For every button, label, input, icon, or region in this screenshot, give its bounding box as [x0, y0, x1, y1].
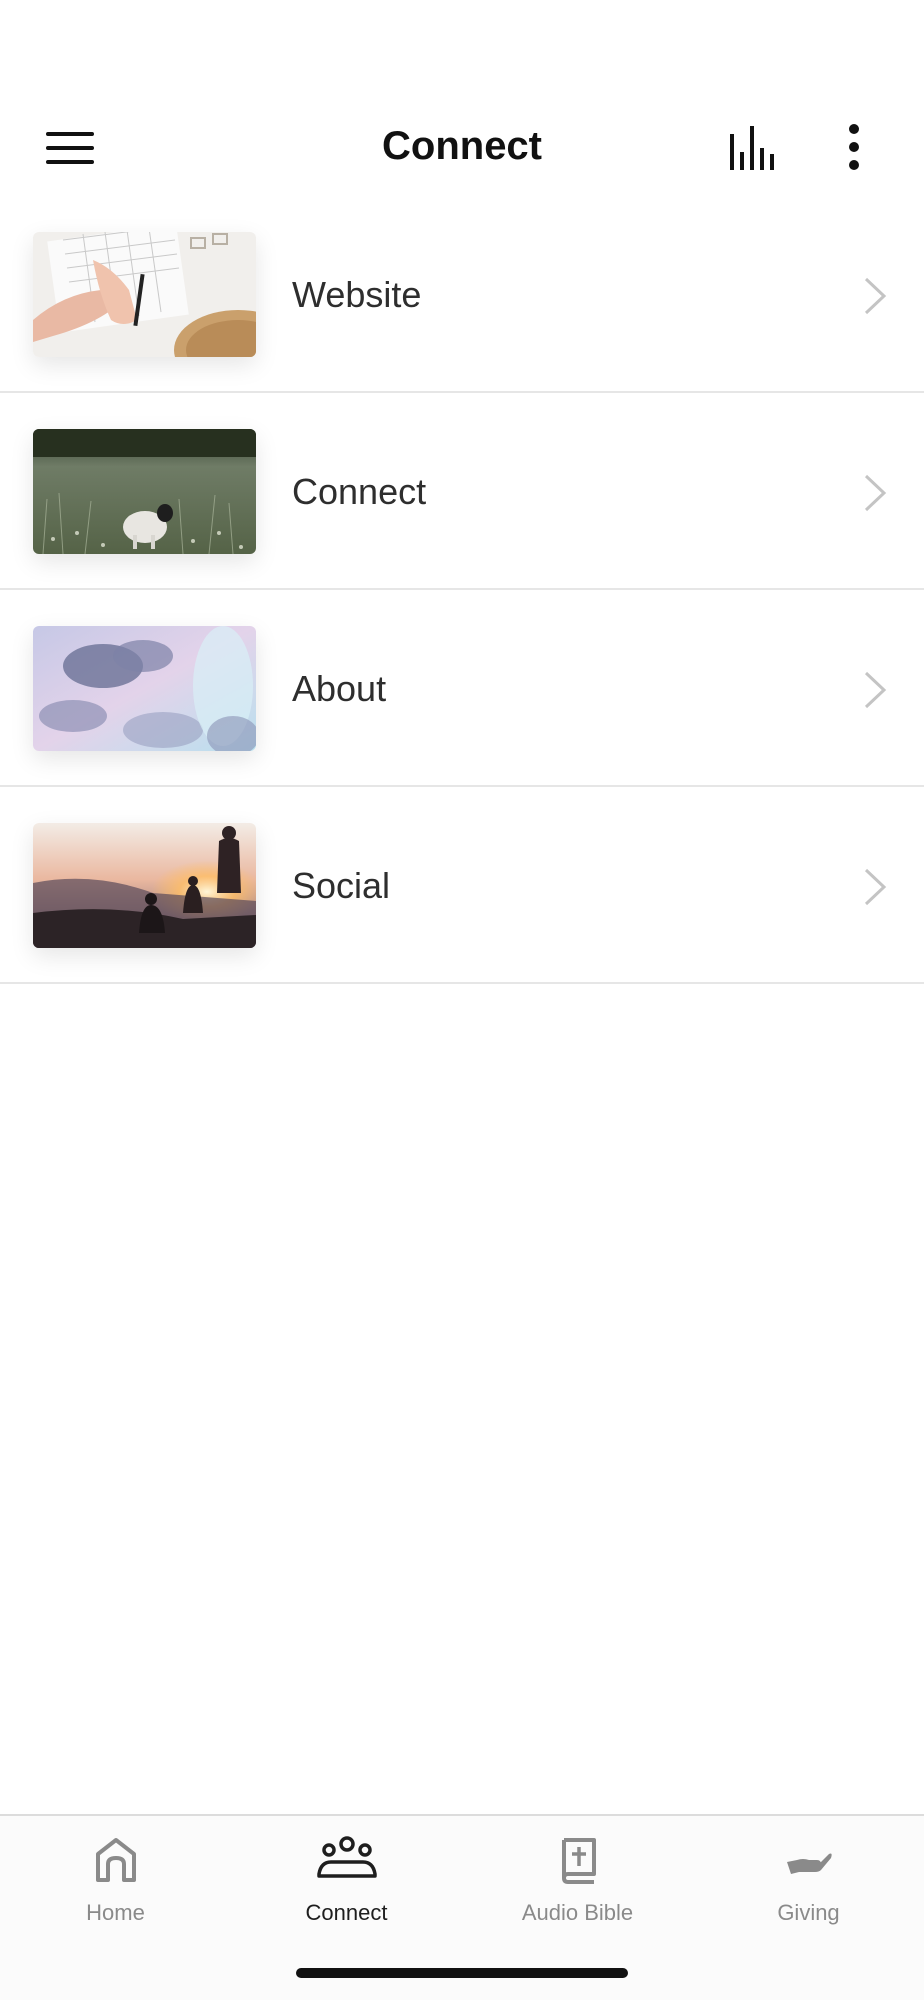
home-icon: [0, 1836, 231, 1886]
list-item-label: About: [292, 668, 387, 709]
list-item-connect[interactable]: Connect: [0, 393, 924, 590]
clouds-sky-thumbnail: [33, 626, 256, 751]
giving-hand-icon: [693, 1836, 924, 1886]
connect-list: Website Connect About Social: [0, 196, 924, 984]
list-item-about[interactable]: About: [0, 590, 924, 787]
chevron-right-icon: [864, 474, 887, 512]
tab-home[interactable]: Home: [0, 1816, 231, 1936]
meadow-lamb-thumbnail: [33, 429, 256, 554]
tab-label: Giving: [777, 1900, 840, 1925]
bible-icon: [462, 1836, 693, 1886]
more-vertical-icon[interactable]: [836, 120, 872, 176]
tab-label: Audio Bible: [521, 1900, 634, 1925]
tab-giving[interactable]: Giving: [693, 1816, 924, 1936]
planner-hands-thumbnail: [33, 232, 256, 357]
chevron-right-icon: [864, 277, 887, 315]
audio-bars-icon[interactable]: [724, 122, 784, 174]
sunset-people-thumbnail: [33, 823, 256, 948]
tab-connect[interactable]: Connect: [231, 1816, 462, 1936]
tab-audio-bible[interactable]: Audio Bible: [462, 1816, 693, 1936]
status-bar: [0, 0, 924, 100]
list-item-label: Connect: [292, 471, 427, 512]
group-icon: [231, 1836, 462, 1886]
tab-label: Connect: [305, 1900, 388, 1925]
page-title: Connect: [382, 124, 542, 168]
home-indicator: [296, 1968, 628, 1978]
app-bar: Connect: [0, 100, 924, 196]
list-item-label: Social: [292, 865, 391, 906]
list-item-social[interactable]: Social: [0, 787, 924, 984]
tab-label: Home: [86, 1900, 145, 1925]
chevron-right-icon: [864, 671, 887, 709]
chevron-right-icon: [864, 868, 887, 906]
list-item-label: Website: [292, 274, 422, 315]
list-item-website[interactable]: Website: [0, 196, 924, 393]
